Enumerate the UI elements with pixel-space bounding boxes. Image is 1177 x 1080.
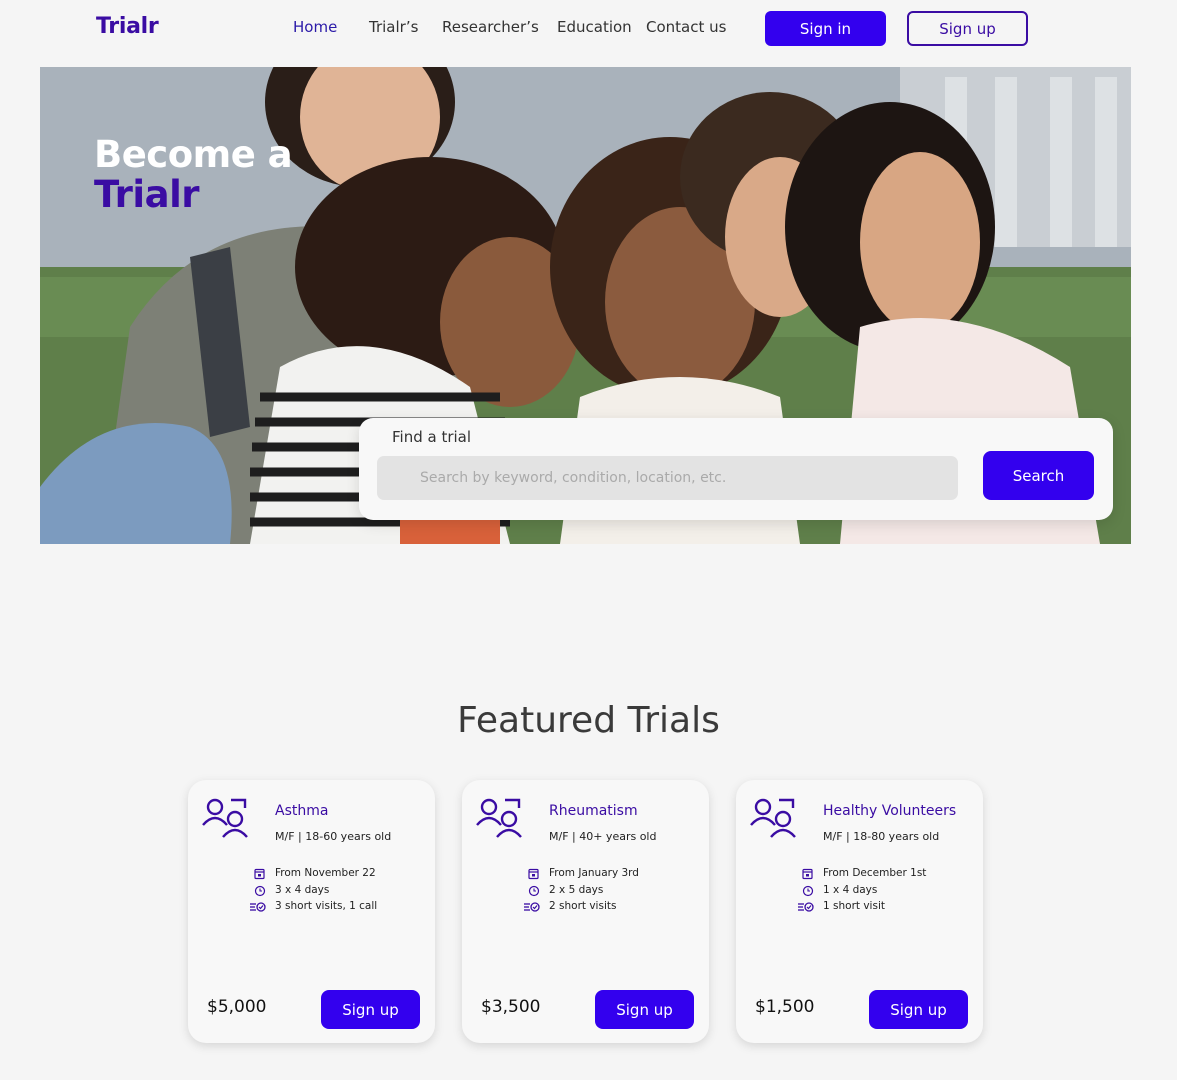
trial-price: $3,500 bbox=[481, 997, 541, 1017]
trial-sign-up-button[interactable]: Sign up bbox=[321, 990, 420, 1029]
calendar-icon bbox=[802, 868, 813, 880]
trial-start-date: From November 22 bbox=[275, 867, 376, 879]
logo[interactable]: Trialr bbox=[96, 14, 159, 39]
hero-title-brand: Trialr bbox=[94, 173, 200, 216]
trial-sign-up-button[interactable]: Sign up bbox=[869, 990, 968, 1029]
people-icon bbox=[476, 798, 522, 838]
trial-title[interactable]: Asthma bbox=[275, 803, 328, 819]
trial-title[interactable]: Healthy Volunteers bbox=[823, 803, 956, 819]
search-card: Find a trial Search bbox=[359, 418, 1113, 520]
trial-start-date: From January 3rd bbox=[549, 867, 639, 879]
trial-card: Asthma M/F | 18-60 years old From Novemb… bbox=[188, 780, 435, 1043]
trial-demographics: M/F | 40+ years old bbox=[549, 830, 657, 843]
trial-visits: 2 short visits bbox=[549, 900, 617, 912]
trial-card: Healthy Volunteers M/F | 18-80 years old… bbox=[736, 780, 983, 1043]
people-icon bbox=[202, 798, 248, 838]
calendar-icon bbox=[254, 868, 265, 880]
visits-icon bbox=[798, 902, 814, 912]
sign-up-button[interactable]: Sign up bbox=[907, 11, 1028, 46]
trial-title[interactable]: Rheumatism bbox=[549, 803, 638, 819]
nav-item-education[interactable]: Education bbox=[557, 18, 632, 36]
trial-visits: 3 short visits, 1 call bbox=[275, 900, 378, 912]
people-icon bbox=[750, 798, 796, 838]
calendar-icon bbox=[528, 868, 539, 880]
sign-in-button[interactable]: Sign in bbox=[765, 11, 886, 46]
nav-item-home[interactable]: Home bbox=[293, 18, 337, 36]
visits-icon bbox=[250, 902, 266, 912]
page: Trialr Home Trialr’s Researcher’s Educat… bbox=[0, 0, 1177, 1080]
featured-title: Featured Trials bbox=[457, 700, 720, 741]
trial-demographics: M/F | 18-80 years old bbox=[823, 830, 940, 843]
search-button[interactable]: Search bbox=[983, 451, 1094, 500]
clock-icon bbox=[528, 885, 540, 897]
nav-item-trialrs[interactable]: Trialr’s bbox=[369, 18, 418, 36]
hero-title: Become a bbox=[94, 133, 293, 176]
trial-price: $5,000 bbox=[207, 997, 267, 1017]
search-input[interactable] bbox=[377, 456, 958, 500]
visits-icon bbox=[524, 902, 540, 912]
trial-duration: 3 x 4 days bbox=[275, 884, 330, 896]
trial-card: Rheumatism M/F | 40+ years old From Janu… bbox=[462, 780, 709, 1043]
trial-start-date: From December 1st bbox=[823, 867, 927, 879]
trial-price: $1,500 bbox=[755, 997, 815, 1017]
trial-duration: 1 x 4 days bbox=[823, 884, 878, 896]
clock-icon bbox=[802, 885, 814, 897]
trial-visits: 1 short visit bbox=[823, 900, 885, 912]
trial-sign-up-button[interactable]: Sign up bbox=[595, 990, 694, 1029]
trial-demographics: M/F | 18-60 years old bbox=[275, 830, 392, 843]
nav-item-contact-us[interactable]: Contact us bbox=[646, 18, 726, 36]
clock-icon bbox=[254, 885, 266, 897]
nav-item-researchers[interactable]: Researcher’s bbox=[442, 18, 539, 36]
search-label: Find a trial bbox=[392, 428, 472, 446]
trial-duration: 2 x 5 days bbox=[549, 884, 604, 896]
